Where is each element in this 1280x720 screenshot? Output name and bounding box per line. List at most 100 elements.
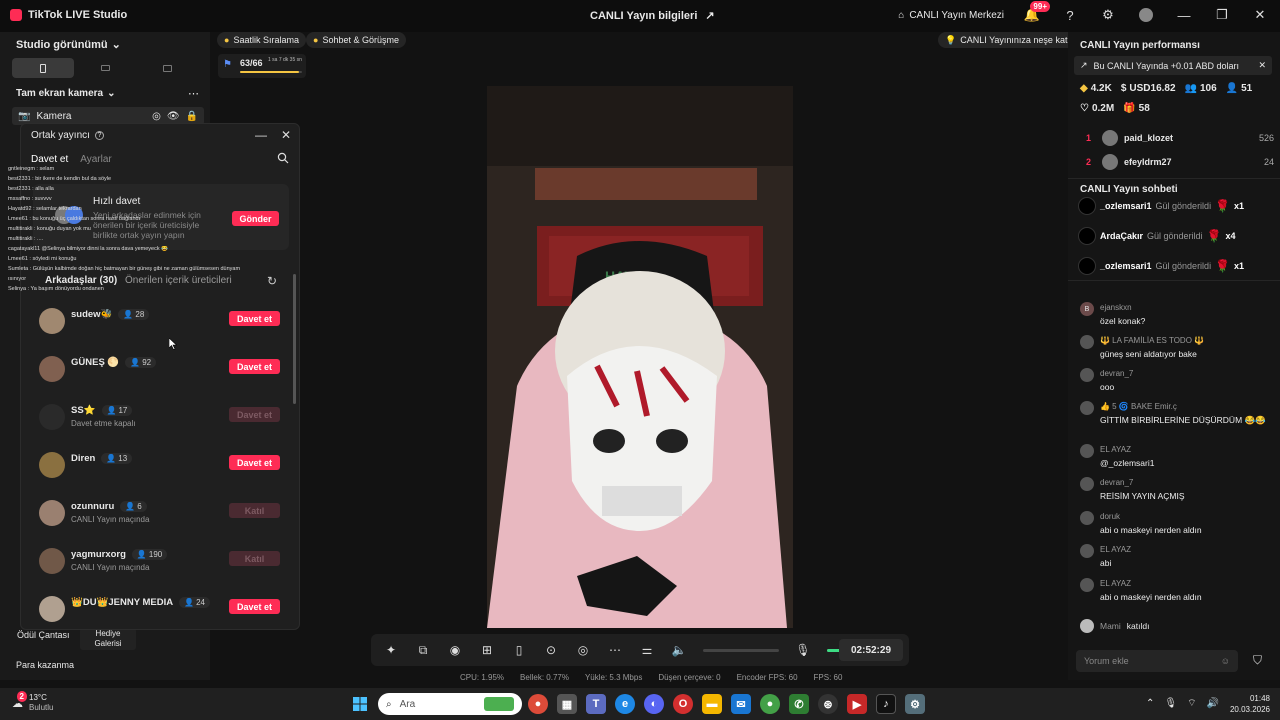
- magic-wand-icon[interactable]: ✦: [383, 642, 399, 658]
- youtube-icon[interactable]: ▶: [847, 694, 867, 714]
- invite-button[interactable]: Davet et: [229, 455, 280, 470]
- filter-icon[interactable]: ⛉: [1253, 653, 1262, 668]
- whatsapp-icon[interactable]: ✆: [789, 694, 809, 714]
- target-icon[interactable]: ◎: [152, 111, 161, 122]
- emoji-icon[interactable]: ☺: [1221, 656, 1230, 666]
- live-center-button[interactable]: ⌂ CANLI Yayın Merkezi: [898, 10, 1004, 21]
- ranking-row[interactable]: 1 paid_klozet 526: [1080, 127, 1276, 151]
- wifi-icon[interactable]: ⌔: [1187, 697, 1196, 710]
- avatar: [1102, 130, 1118, 146]
- folder-icon[interactable]: ▬: [702, 694, 722, 714]
- usd-metric: $ USD16.82: [1121, 83, 1176, 94]
- profile-avatar[interactable]: [1136, 5, 1156, 25]
- chat-text: özel konak?: [1100, 316, 1146, 326]
- studio-view-dropdown[interactable]: Studio görünümü ⌄: [16, 38, 121, 52]
- chrome-alt-icon[interactable]: ●: [760, 694, 780, 714]
- refresh-icon[interactable]: ↻: [267, 274, 277, 288]
- studio-view-label: Studio görünümü: [16, 38, 108, 51]
- hourly-ranking-pill[interactable]: ● Saatlik Sıralama: [217, 32, 306, 48]
- taskbar-apps: ● ▦ T e ◐ O ▬ ✉ ● ✆ ⊛ ▶ ♪ ⚙: [528, 694, 925, 714]
- rank-user: efeyldrm27: [1124, 157, 1172, 167]
- teams-icon[interactable]: T: [586, 694, 606, 714]
- edge-icon[interactable]: e: [615, 694, 635, 714]
- add-source-icon[interactable]: ⊞: [479, 642, 495, 658]
- overlay-chat-line: gntleinegm : selam: [8, 166, 55, 172]
- friend-name-row: SS⭐ 👤 17: [71, 405, 133, 416]
- live-info-button[interactable]: CANLI Yayın bilgileri ↗: [590, 9, 715, 23]
- help-button[interactable]: ?: [1060, 5, 1080, 25]
- maximize-button[interactable]: ❐: [1212, 5, 1232, 25]
- windows-taskbar: ☁ 2 13°C Bulutlu ⌕ Ara ● ▦ T e ◐ O ▬ ✉ ●…: [0, 688, 1280, 720]
- close-window-button[interactable]: ✕: [1250, 5, 1270, 25]
- discord-icon[interactable]: ◐: [644, 694, 664, 714]
- volume-icon[interactable]: 🔊: [1207, 698, 1219, 709]
- chat-text: abi: [1100, 558, 1112, 568]
- minimize-modal-button[interactable]: —: [255, 128, 267, 142]
- chat-call-pill[interactable]: ● Sohbet & Görüşme: [306, 32, 406, 48]
- chat-message: EL AYAZ abi: [1080, 544, 1270, 574]
- scene-dropdown[interactable]: Tam ekran kamera ⌄: [16, 88, 115, 99]
- steam-icon[interactable]: ⊛: [818, 694, 838, 714]
- portrait-option[interactable]: [12, 58, 74, 78]
- comment-input[interactable]: Yorum ekle ☺: [1076, 650, 1238, 672]
- follower-count-badge: 👤 17: [101, 405, 133, 416]
- more-options-icon[interactable]: ⋯: [188, 87, 199, 100]
- close-modal-button[interactable]: ✕: [281, 128, 291, 142]
- more-icon[interactable]: ⋯: [607, 642, 623, 658]
- earn-money-section[interactable]: Para kazanma: [16, 660, 74, 670]
- record-icon[interactable]: ⊙: [543, 642, 559, 658]
- volume-slider[interactable]: [703, 648, 779, 652]
- clock[interactable]: 01:48 20.03.2026: [1228, 693, 1270, 715]
- ranking-row[interactable]: 2 efeyldrm27 24: [1080, 151, 1276, 175]
- gift-user: _ozlemsari1: [1100, 201, 1152, 211]
- toolbar-actions: ✦ ⧉ ◉ ⊞ ▯ ⊙ ◎ ⋯ ⚌ 🔈 🎙: [383, 642, 903, 658]
- phone-icon[interactable]: ▯: [511, 642, 527, 658]
- settings-app-icon[interactable]: ⚙: [905, 694, 925, 714]
- help-icon[interactable]: ?: [94, 131, 104, 140]
- invite-button[interactable]: Davet et: [229, 311, 280, 326]
- landscape-option[interactable]: [74, 58, 136, 78]
- mail-icon[interactable]: ✉: [731, 694, 751, 714]
- tab-invite[interactable]: Davet et: [31, 154, 68, 165]
- dual-option[interactable]: [136, 58, 198, 78]
- video-preview[interactable]: HAWK: [487, 86, 793, 628]
- invite-button[interactable]: Davet et: [229, 359, 280, 374]
- modal-scrollbar[interactable]: [293, 274, 296, 404]
- microphone-icon[interactable]: 🎙: [795, 642, 811, 658]
- gift-bag-link[interactable]: Ödül Çantası: [17, 630, 70, 640]
- weather-widget[interactable]: ☁ 2 13°C Bulutlu: [12, 690, 53, 713]
- eye-icon[interactable]: 👁: [167, 111, 180, 122]
- minimize-button[interactable]: —: [1174, 5, 1194, 25]
- settings-sliders-icon[interactable]: ⚌: [639, 642, 655, 658]
- microphone-icon[interactable]: 🎙: [1164, 698, 1177, 709]
- overlay-chat-line: multitirakli : konuğu duyan yok mu: [8, 226, 91, 232]
- memory-stat: Bellek: 0.77%: [520, 673, 569, 682]
- notification-button[interactable]: 🔔 99+: [1022, 1, 1050, 25]
- gift-gallery-button[interactable]: Hediye Galerisi: [80, 628, 136, 650]
- heart-icon: ♡: [1080, 103, 1089, 114]
- goal-widget[interactable]: ⚑ 63/66 1 sa 7 dk 35 sn: [218, 54, 306, 78]
- store-icon[interactable]: ▦: [557, 694, 577, 714]
- taskbar-search[interactable]: ⌕ Ara: [378, 693, 522, 715]
- speaker-icon[interactable]: 🔈: [671, 642, 687, 658]
- tiktok-app-icon[interactable]: ♪: [876, 694, 896, 714]
- close-icon[interactable]: ✕: [1258, 60, 1266, 71]
- opera-icon[interactable]: O: [673, 694, 693, 714]
- weather-text: 13°C Bulutlu: [29, 693, 53, 713]
- tab-settings[interactable]: Ayarlar: [80, 154, 112, 165]
- avatar: [1102, 154, 1118, 170]
- search-icon[interactable]: [277, 152, 289, 164]
- fun-pill[interactable]: 💡 CANLI Yayınınıza neşe katın: [938, 32, 1082, 48]
- likes-value: 0.2M: [1091, 103, 1115, 114]
- chrome-icon[interactable]: ●: [528, 694, 548, 714]
- invite-button[interactable]: Davet et: [229, 599, 280, 614]
- effects-icon[interactable]: ⧉: [415, 642, 431, 658]
- lock-icon[interactable]: 🔒: [186, 111, 198, 122]
- windows-start-icon[interactable]: [350, 694, 370, 714]
- avatar: [1078, 197, 1096, 215]
- chevron-up-icon[interactable]: ⌃: [1146, 698, 1154, 709]
- camera-switch-icon[interactable]: ◎: [575, 642, 591, 658]
- ai-icon[interactable]: ◉: [447, 642, 463, 658]
- friend-name: sudew🐝: [71, 309, 113, 320]
- settings-button[interactable]: ⚙: [1098, 5, 1118, 25]
